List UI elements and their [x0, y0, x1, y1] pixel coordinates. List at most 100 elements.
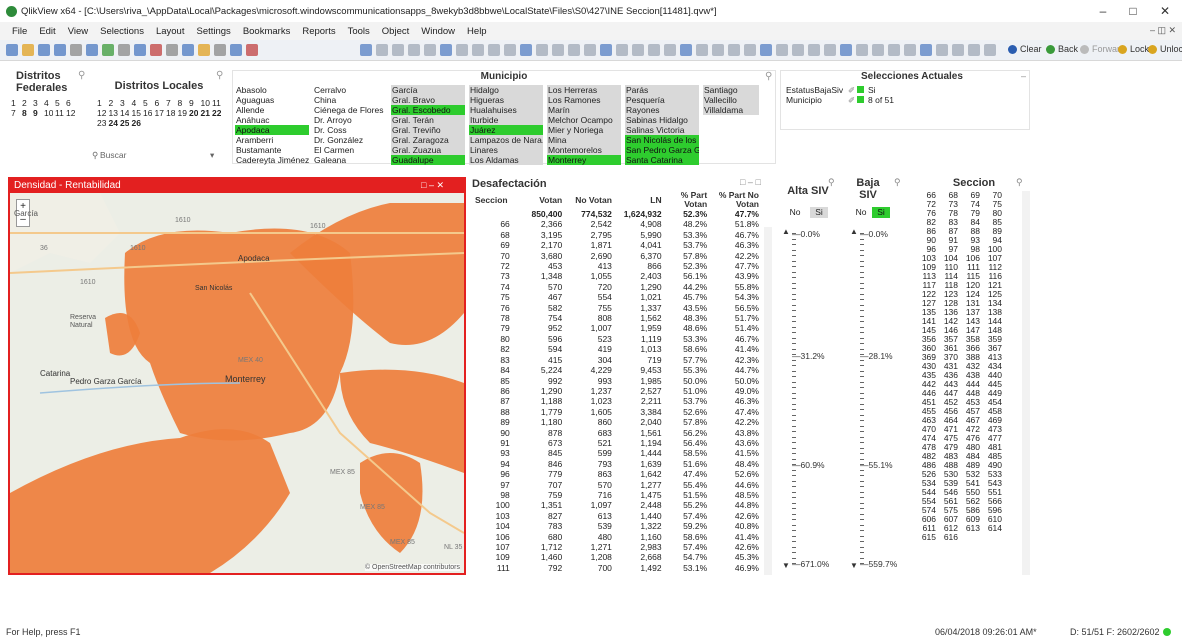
lock-button[interactable]: Lock	[1118, 44, 1149, 54]
toolbar-action-icon[interactable]	[872, 44, 884, 56]
toolbar-action-icon[interactable]	[632, 44, 644, 56]
toolbar-action-icon[interactable]	[472, 44, 484, 56]
table-row[interactable]: 97 707 570 1,277 55.4% 44.6%	[472, 480, 762, 490]
table-row[interactable]: 103 827 613 1,440 57.4% 42.6%	[472, 511, 762, 521]
municipio-item[interactable]: Mier y Noriega	[547, 125, 621, 135]
distrito-local-item[interactable]: 24	[108, 118, 118, 128]
slider-handle-icon[interactable]: ▼	[782, 561, 790, 570]
distrito-local-item[interactable]: 19	[177, 108, 187, 118]
municipio-item[interactable]: Iturbide	[469, 115, 543, 125]
table-row[interactable]: 104 783 539 1,322 59.2% 40.8%	[472, 521, 762, 531]
municipio-item[interactable]: Melchor Ocampo	[547, 115, 621, 125]
municipio-item[interactable]: Gral. Escobedo	[391, 105, 465, 115]
table-row[interactable]: 82 594 419 1,013 58.6% 41.4%	[472, 344, 762, 354]
col-seccion[interactable]: Seccion	[472, 191, 524, 209]
municipio-item[interactable]: Vallecillo	[703, 95, 759, 105]
toolbar-action-icon[interactable]	[520, 44, 532, 56]
distrito-local-item[interactable]: 8	[177, 98, 183, 108]
municipio-item[interactable]: Hidalgo	[469, 85, 543, 95]
distrito-local-item[interactable]: 6	[154, 98, 160, 108]
municipio-item[interactable]: Marín	[547, 105, 621, 115]
slider-handle-icon[interactable]: ▼	[850, 561, 858, 570]
chevron-down-icon[interactable]: ▾	[210, 150, 214, 161]
toolbar-action-icon[interactable]	[952, 44, 964, 56]
municipio-item[interactable]: Pesquería	[625, 95, 699, 105]
municipio-item[interactable]: Mina	[547, 135, 621, 145]
distrito-federal-item[interactable]: 4	[43, 98, 49, 108]
col-part-no-votan[interactable]: % Part No Votan	[710, 191, 762, 209]
municipio-item[interactable]: Cerralvo	[313, 85, 387, 95]
col-votan[interactable]: Votan	[524, 191, 565, 209]
table-row[interactable]: 83 415 304 719 57.7% 42.3%	[472, 355, 762, 365]
distrito-local-item[interactable]: 2	[108, 98, 114, 108]
toolbar-action-icon[interactable]	[968, 44, 980, 56]
toolbar-action-icon[interactable]	[744, 44, 756, 56]
table-row[interactable]: 109 1,460 1,208 2,668 54.7% 45.3%	[472, 552, 762, 562]
toolbar-action-icon[interactable]	[712, 44, 724, 56]
municipio-item[interactable]: Villaldama	[703, 105, 759, 115]
table-row[interactable]: 74 570 720 1,290 44.2% 55.8%	[472, 282, 762, 292]
toolbar-action-icon[interactable]	[424, 44, 436, 56]
distrito-local-item[interactable]: 22	[211, 108, 221, 118]
selection-edit-icon[interactable]: ✐	[847, 85, 855, 95]
table-row[interactable]: 88 1,779 1,605 3,384 52.6% 47.4%	[472, 407, 762, 417]
minimize-icon[interactable]: –	[1021, 71, 1026, 81]
municipio-item[interactable]: Apodaca	[235, 125, 309, 135]
municipio-item[interactable]: Rayones	[625, 105, 699, 115]
toolbar-action-icon[interactable]	[552, 44, 564, 56]
table-row[interactable]: 90 878 683 1,561 56.2% 43.8%	[472, 428, 762, 438]
municipio-item[interactable]: Allende	[235, 105, 309, 115]
table-row[interactable]: 100 1,351 1,097 2,448 55.2% 44.8%	[472, 500, 762, 510]
municipio-item[interactable]: Aramberri	[235, 135, 309, 145]
toolbar-action-icon[interactable]	[376, 44, 388, 56]
toolbar-action-icon[interactable]	[536, 44, 548, 56]
toolbar-action-icon[interactable]	[808, 44, 820, 56]
distrito-federal-item[interactable]: 10	[43, 108, 53, 118]
municipio-item[interactable]: Los Aldamas	[469, 155, 543, 165]
toolbar-action-icon[interactable]	[504, 44, 516, 56]
baja-siv-no[interactable]: No	[852, 207, 870, 218]
toolbar-action-icon[interactable]	[728, 44, 740, 56]
col-ln[interactable]: LN	[615, 191, 665, 209]
municipio-item[interactable]: Dr. Arroyo	[313, 115, 387, 125]
municipio-item[interactable]: Linares	[469, 145, 543, 155]
municipio-item[interactable]: Gral. Terán	[391, 115, 465, 125]
municipio-item[interactable]: Higueras	[469, 95, 543, 105]
seccion-scrollbar[interactable]	[1022, 191, 1030, 575]
municipio-item[interactable]: Gral. Zaragoza	[391, 135, 465, 145]
municipio-item[interactable]: Lampazos de Nara...	[469, 135, 543, 145]
table-scrollbar[interactable]	[764, 227, 772, 575]
toolbar-action-icon[interactable]	[600, 44, 612, 56]
toolbar-action-icon[interactable]	[54, 44, 66, 56]
table-window-controls[interactable]: □ – □	[740, 177, 761, 187]
table-row[interactable]: 79 952 1,007 1,959 48.6% 51.4%	[472, 323, 762, 333]
distrito-local-item[interactable]: 17	[154, 108, 164, 118]
toolbar-action-icon[interactable]	[616, 44, 628, 56]
municipio-item[interactable]: Abasolo	[235, 85, 309, 95]
distrito-local-item[interactable]: 4	[131, 98, 137, 108]
toolbar-action-icon[interactable]	[824, 44, 836, 56]
toolbar-action-icon[interactable]	[920, 44, 932, 56]
distrito-federal-item[interactable]: 7	[10, 108, 16, 118]
map-attribution[interactable]: © OpenStreetMap contributors	[364, 564, 460, 571]
toolbar-action-icon[interactable]	[392, 44, 404, 56]
menu-bookmarks[interactable]: Bookmarks	[237, 26, 297, 37]
table-row[interactable]: 73 1,348 1,055 2,403 56.1% 43.9%	[472, 271, 762, 281]
municipio-item[interactable]: García	[391, 85, 465, 95]
distrito-federal-item[interactable]: 12	[65, 108, 75, 118]
menu-edit[interactable]: Edit	[33, 26, 61, 37]
municipio-item[interactable]: China	[313, 95, 387, 105]
menu-layout[interactable]: Layout	[150, 26, 191, 37]
toolbar-action-icon[interactable]	[904, 44, 916, 56]
menu-help[interactable]: Help	[461, 26, 493, 37]
municipio-item[interactable]: Bustamante	[235, 145, 309, 155]
toolbar-action-icon[interactable]	[648, 44, 660, 56]
distrito-local-item[interactable]: 15	[131, 108, 141, 118]
toolbar-action-icon[interactable]	[792, 44, 804, 56]
distrito-federal-item[interactable]: 6	[65, 98, 71, 108]
municipio-item[interactable]: San Nicolás de los ...	[625, 135, 699, 145]
municipio-item[interactable]: Cadereyta Jiménez	[235, 155, 309, 165]
toolbar-action-icon[interactable]	[102, 44, 114, 56]
municipio-item[interactable]: Los Ramones	[547, 95, 621, 105]
municipio-item[interactable]: Gral. Zuazua	[391, 145, 465, 155]
